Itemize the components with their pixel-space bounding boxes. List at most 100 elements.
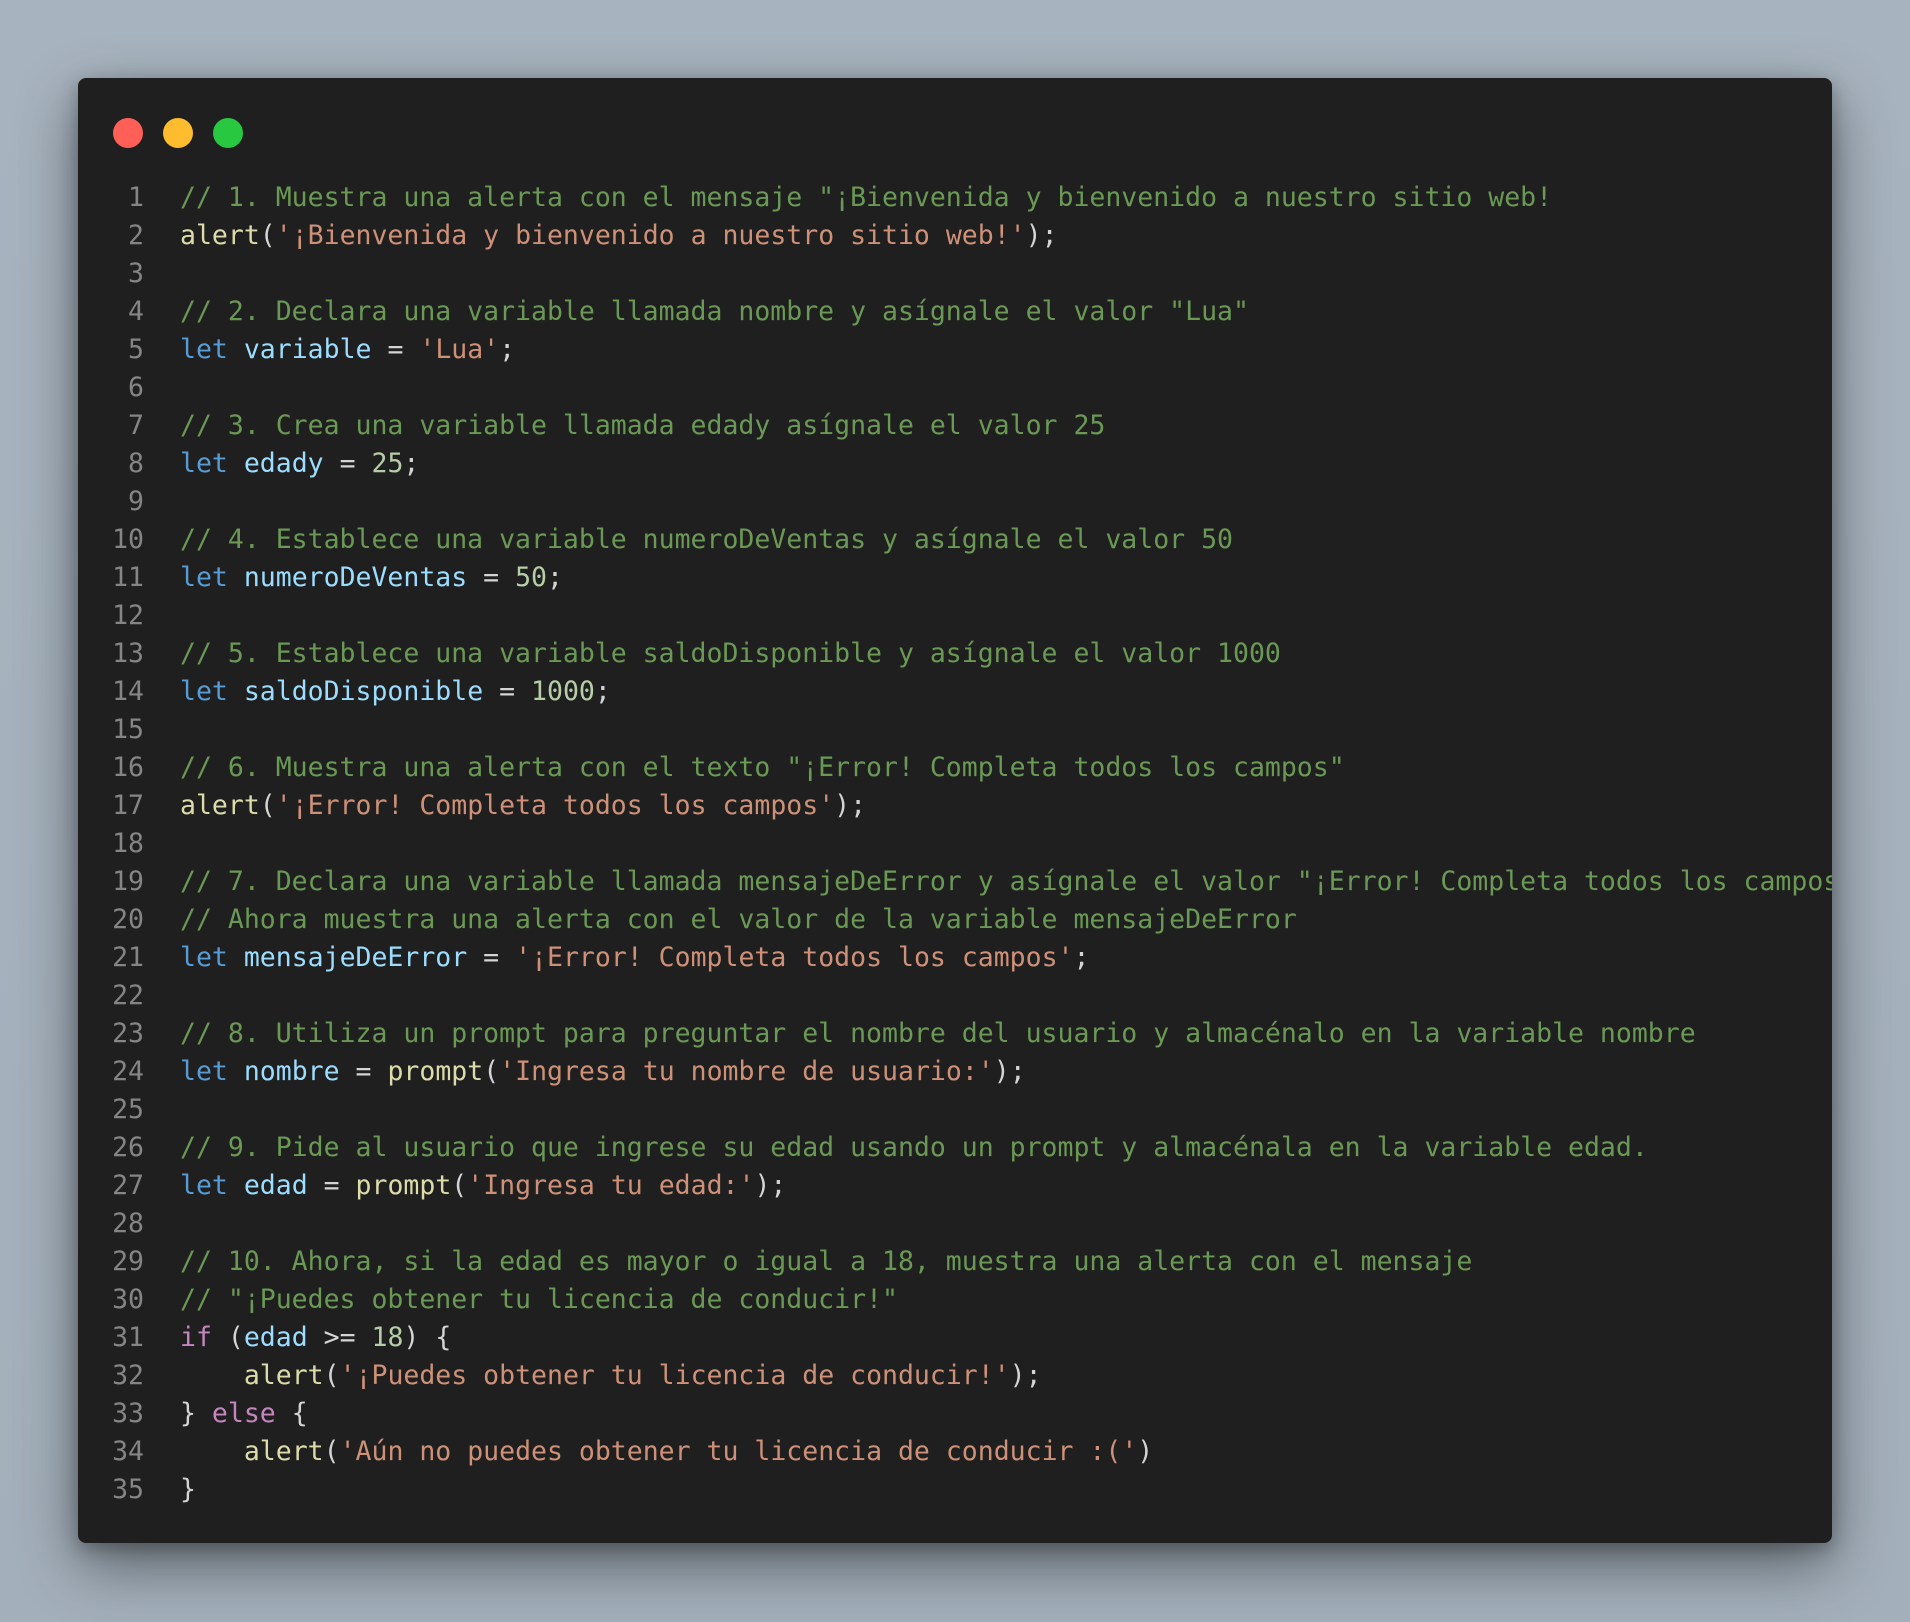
code-text: // 10. Ahora, si la edad es mayor o igua… (144, 1243, 1472, 1281)
token-comment: // "¡Puedes obtener tu licencia de condu… (180, 1284, 898, 1315)
token-punct: = (467, 562, 516, 593)
token-func: prompt (387, 1056, 484, 1087)
code-line[interactable]: 3 (78, 255, 1832, 293)
token-punct: = (467, 942, 516, 973)
code-text: let mensajeDeError = '¡Error! Completa t… (144, 939, 1089, 977)
token-punct: = (339, 1056, 388, 1087)
code-text: let edady = 25; (144, 445, 419, 483)
maximize-dot-icon[interactable] (213, 118, 243, 148)
code-line[interactable]: 34 alert('Aún no puedes obtener tu licen… (78, 1433, 1832, 1471)
token-punct: ); (993, 1056, 1026, 1087)
code-line[interactable]: 15 (78, 711, 1832, 749)
token-punct: ( (323, 1360, 340, 1391)
minimize-dot-icon[interactable] (163, 118, 193, 148)
code-line[interactable]: 20 // Ahora muestra una alerta con el val… (78, 901, 1832, 939)
token-var: saldoDisponible (243, 676, 484, 707)
code-line[interactable]: 27 let edad = prompt('Ingresa tu edad:'); (78, 1167, 1832, 1205)
code-editor[interactable]: 1 // 1. Muestra una alerta con el mensaje… (78, 179, 1832, 1509)
token-var: variable (243, 334, 372, 365)
line-number: 24 (112, 1056, 144, 1087)
code-line[interactable]: 7 // 3. Crea una variable llamada edady a… (78, 407, 1832, 445)
code-line[interactable]: 24 let nombre = prompt('Ingresa tu nombre… (78, 1053, 1832, 1091)
token-punct: = (323, 448, 372, 479)
code-line[interactable]: 26 // 9. Pide al usuario que ingrese su e… (78, 1129, 1832, 1167)
code-line[interactable]: 30 // "¡Puedes obtener tu licencia de con… (78, 1281, 1832, 1319)
token-punct: ); (1025, 220, 1058, 251)
code-line[interactable]: 33} else { (78, 1395, 1832, 1433)
code-text: // 6. Muestra una alerta con el texto "¡… (144, 749, 1345, 787)
line-number: 16 (112, 752, 144, 783)
code-line[interactable]: 35} (78, 1471, 1832, 1509)
code-text: // 9. Pide al usuario que ingrese su eda… (144, 1129, 1648, 1167)
line-number: 23 (112, 1018, 144, 1049)
code-line[interactable]: 28 (78, 1205, 1832, 1243)
token-punct: ) (1137, 1436, 1154, 1467)
token-string: 'Ingresa tu nombre de usuario:' (499, 1056, 994, 1087)
token-punct: >= (307, 1322, 372, 1353)
token-keyword: let (180, 1170, 228, 1201)
line-number: 19 (112, 866, 144, 897)
code-line[interactable]: 10 // 4. Establece una variable numeroDeV… (78, 521, 1832, 559)
code-line[interactable]: 31 if (edad >= 18) { (78, 1319, 1832, 1357)
code-line[interactable]: 32 alert('¡Puedes obtener tu licencia de… (78, 1357, 1832, 1395)
token-var: numeroDeVentas (243, 562, 468, 593)
line-number: 25 (112, 1094, 144, 1125)
token-func: alert (243, 1360, 324, 1391)
code-window: 1 // 1. Muestra una alerta con el mensaje… (78, 78, 1832, 1543)
code-line[interactable]: 17 alert('¡Error! Completa todos los camp… (78, 787, 1832, 825)
token-comment: // 10. Ahora, si la edad es mayor o igua… (180, 1246, 1473, 1277)
line-number: 3 (128, 258, 144, 289)
code-line[interactable]: 11 let numeroDeVentas = 50; (78, 559, 1832, 597)
line-number: 15 (112, 714, 144, 745)
code-text: alert('¡Error! Completa todos los campos… (144, 787, 866, 825)
line-number: 5 (128, 334, 144, 365)
close-dot-icon[interactable] (113, 118, 143, 148)
code-text: } else { (144, 1395, 308, 1433)
code-line[interactable]: 2 alert('¡Bienvenida y bienvenido a nuest… (78, 217, 1832, 255)
token-punct: ; (547, 562, 563, 593)
token-punct: ( (451, 1170, 468, 1201)
code-line[interactable]: 16 // 6. Muestra una alerta con el texto … (78, 749, 1832, 787)
code-line[interactable]: 22 (78, 977, 1832, 1015)
code-line[interactable]: 14 let saldoDisponible = 1000; (78, 673, 1832, 711)
code-line[interactable]: 1 // 1. Muestra una alerta con el mensaje… (78, 179, 1832, 217)
token-punct: ) { (403, 1322, 452, 1353)
token-control: else (211, 1398, 276, 1429)
line-number: 6 (128, 372, 144, 403)
code-text: // 3. Crea una variable llamada edady as… (144, 407, 1105, 445)
code-text: let edad = prompt('Ingresa tu edad:'); (144, 1167, 786, 1205)
code-text: // "¡Puedes obtener tu licencia de condu… (144, 1281, 898, 1319)
token-string: '¡Puedes obtener tu licencia de conducir… (339, 1360, 1010, 1391)
code-line[interactable]: 19 // 7. Declara una variable llamada men… (78, 863, 1832, 901)
token-comment: // 5. Establece una variable saldoDispon… (180, 638, 1281, 669)
code-line[interactable]: 18 (78, 825, 1832, 863)
code-line[interactable]: 25 (78, 1091, 1832, 1129)
line-number: 28 (112, 1208, 144, 1239)
line-number: 26 (112, 1132, 144, 1163)
code-line[interactable]: 12 (78, 597, 1832, 635)
code-line[interactable]: 5 let variable = 'Lua'; (78, 331, 1832, 369)
token-number: 25 (371, 448, 404, 479)
code-line[interactable]: 21 let mensajeDeError = '¡Error! Completa… (78, 939, 1832, 977)
code-line[interactable]: 9 (78, 483, 1832, 521)
code-line[interactable]: 13 // 5. Establece una variable saldoDisp… (78, 635, 1832, 673)
token-punct (228, 448, 244, 479)
code-line[interactable]: 4 // 2. Declara una variable llamada nomb… (78, 293, 1832, 331)
code-line[interactable]: 29 // 10. Ahora, si la edad es mayor o ig… (78, 1243, 1832, 1281)
code-text: let nombre = prompt('Ingresa tu nombre d… (144, 1053, 1026, 1091)
token-func: alert (180, 790, 260, 821)
token-punct: ; (594, 676, 611, 707)
code-line[interactable]: 23 // 8. Utiliza un prompt para preguntar… (78, 1015, 1832, 1053)
code-text: // 5. Establece una variable saldoDispon… (144, 635, 1281, 673)
code-text: // 4. Establece una variable numeroDeVen… (144, 521, 1233, 559)
code-text: let numeroDeVentas = 50; (144, 559, 563, 597)
token-var: nombre (243, 1056, 340, 1087)
code-line[interactable]: 6 (78, 369, 1832, 407)
line-number: 18 (112, 828, 144, 859)
token-punct: ( (323, 1436, 340, 1467)
token-string: 'Ingresa tu edad:' (467, 1170, 755, 1201)
code-line[interactable]: 8 let edady = 25; (78, 445, 1832, 483)
